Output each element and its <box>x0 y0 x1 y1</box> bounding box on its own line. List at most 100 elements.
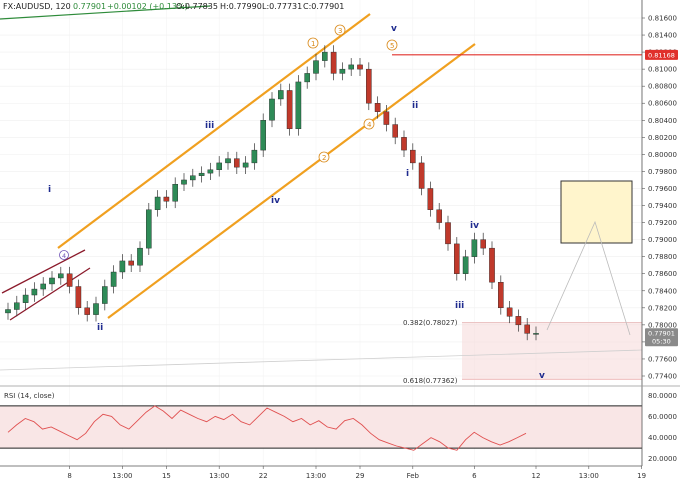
candle-body <box>366 68 372 104</box>
wave-label-iii: iii <box>205 121 214 131</box>
svg-text:0.81168: 0.81168 <box>648 51 675 59</box>
candle-body <box>506 307 513 317</box>
rsi-title: RSI (14, close) <box>4 392 55 400</box>
candle-body <box>427 188 434 210</box>
candle-body <box>137 247 143 266</box>
time-tick-label: 13:00 <box>112 472 132 480</box>
candle-body <box>269 98 275 121</box>
low-value: L:0.77731 <box>262 2 302 11</box>
wave-label-ii-down: ii <box>412 101 418 111</box>
candle-body <box>40 283 46 290</box>
time-tick-label: 13:00 <box>306 472 326 480</box>
time-tick-label: 6 <box>472 472 477 480</box>
candle-body <box>172 184 179 202</box>
rsi-indicator <box>0 405 642 451</box>
time-tick-label: Feb <box>407 472 420 480</box>
svg-text:0.77901: 0.77901 <box>648 329 675 337</box>
candle-body <box>93 303 99 315</box>
candle-body <box>242 162 249 168</box>
wave-label-iv-down: iv <box>470 221 479 231</box>
svg-text:5: 5 <box>390 42 394 50</box>
candle-body <box>286 90 293 130</box>
wave-label-iv: iv <box>271 196 280 206</box>
price-tick-label: 0.80000 <box>648 151 677 159</box>
svg-text:1: 1 <box>311 40 315 48</box>
candle-body <box>357 64 363 70</box>
candle-body <box>5 309 11 314</box>
wave-label-i: i <box>48 185 51 195</box>
candle-body <box>233 158 240 168</box>
price-tick-label: 0.78600 <box>648 270 677 278</box>
price-tick-label: 0.81600 <box>648 15 677 23</box>
candle-body <box>110 271 117 287</box>
price-tick-label: 0.79000 <box>648 236 677 244</box>
price-tick-label: 0.79800 <box>648 168 677 176</box>
price-chart[interactable]: 0.382(0.78027) 0.618(0.77362) i ii iii i… <box>0 0 680 485</box>
candle-body <box>119 260 126 273</box>
candle-body <box>304 73 311 83</box>
last-price: 0.77901 <box>73 2 106 11</box>
red-level-tag: 0.81168 <box>645 49 678 60</box>
candle-body <box>392 124 399 138</box>
price-tick-label: 0.81000 <box>648 66 677 74</box>
candle-body <box>436 209 443 223</box>
candle-body <box>322 51 328 61</box>
candle-body <box>49 277 55 285</box>
candle-body <box>533 333 539 335</box>
svg-text:3: 3 <box>338 27 342 35</box>
rsi-tick-label: 60.0000 <box>648 413 677 421</box>
candle-body <box>251 149 258 164</box>
circle-label-1: 1 <box>307 37 319 49</box>
candle-body <box>181 179 187 185</box>
circle-label-3: 3 <box>334 24 346 36</box>
candle-body <box>31 288 38 296</box>
price-tick-label: 0.77400 <box>648 373 677 381</box>
candle-body <box>445 222 451 245</box>
candle-body <box>515 316 522 326</box>
candle-body <box>480 239 487 249</box>
time-tick-label: 19 <box>637 472 646 480</box>
candle-body <box>75 286 82 309</box>
chart-header: FX:AUDUSD, 120 0.77901 +0.00102 (+0.13%)… <box>3 2 344 11</box>
fib-618-label: 0.618(0.77362) <box>403 377 458 385</box>
price-tick-label: 0.80800 <box>648 83 677 91</box>
candle-body <box>348 64 355 70</box>
price-tick-label: 0.80400 <box>648 117 677 125</box>
circle-label-4-small: 4 <box>59 250 69 260</box>
candle-body <box>101 286 108 304</box>
candle-body <box>339 68 346 74</box>
candle-body <box>330 51 337 74</box>
candle-body <box>374 103 381 112</box>
current-price-tag: 0.77901 05:30 <box>645 328 678 347</box>
price-tick-label: 0.81400 <box>648 32 677 40</box>
candle-body <box>410 149 416 164</box>
time-tick-label: 29 <box>356 472 365 480</box>
candle-body <box>278 90 284 100</box>
price-tick-label: 0.78800 <box>648 253 677 261</box>
price-tick-label: 0.79200 <box>648 219 677 227</box>
candle-body <box>216 162 223 170</box>
circle-label-2: 2 <box>318 151 330 163</box>
candle-body <box>145 209 152 249</box>
wave-label-i-down: i <box>406 169 409 179</box>
candle-body <box>163 196 170 202</box>
circle-label-5: 5 <box>386 39 398 51</box>
fib-382-label: 0.382(0.78027) <box>403 319 458 327</box>
candle-body <box>66 273 73 287</box>
price-tick-label: 0.78200 <box>648 304 677 312</box>
rsi-band <box>0 405 642 449</box>
time-tick-label: 13:00 <box>209 472 229 480</box>
time-tick-label: 15 <box>162 472 171 480</box>
price-tick-label: 0.80200 <box>648 134 677 142</box>
wave-label-iii-down: iii <box>455 301 464 311</box>
price-tick-label: 0.80600 <box>648 100 677 108</box>
candle-body <box>207 169 214 174</box>
rsi-tick-label: 20.0000 <box>648 455 677 463</box>
time-tick-label: 12 <box>532 472 541 480</box>
price-tick-label: 0.78400 <box>648 287 677 295</box>
candle-body <box>383 111 390 125</box>
circle-label-4: 4 <box>363 118 375 130</box>
candle-body <box>471 239 478 257</box>
wave-label-v-top: v <box>391 24 397 34</box>
candle-body <box>198 172 205 176</box>
